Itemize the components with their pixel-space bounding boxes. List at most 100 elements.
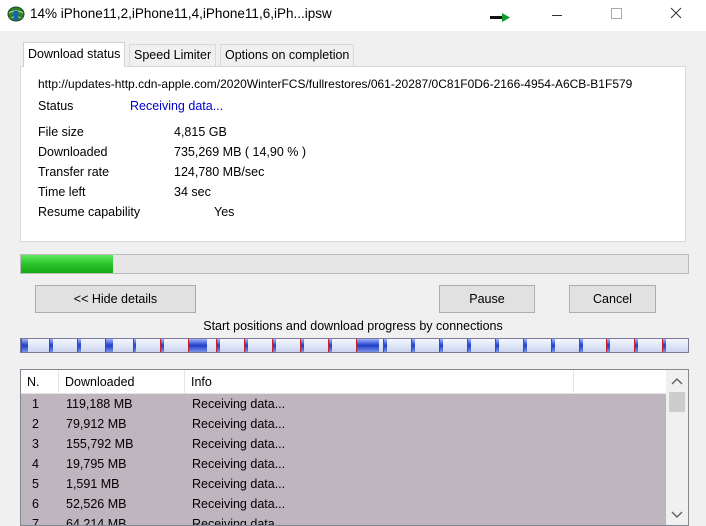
row-number: 7 — [32, 517, 39, 526]
connection-progress-chunk — [161, 339, 164, 352]
resume-capability-label: Resume capability — [38, 205, 141, 219]
connection-progress-chunk — [635, 339, 638, 352]
tab-options-on-completion[interactable]: Options on completion — [220, 44, 355, 66]
status-value: Receiving data... — [130, 99, 224, 113]
row-info: Receiving data... — [192, 397, 286, 411]
connection-start-marker — [523, 339, 524, 352]
hide-details-button[interactable]: << Hide details — [35, 285, 196, 313]
file-size-label: File size — [38, 125, 84, 139]
row-downloaded: 19,795 MB — [66, 457, 127, 471]
connection-progress-chunk — [440, 339, 443, 352]
row-info: Receiving data... — [192, 457, 286, 471]
title-bar[interactable]: 14% iPhone11,2,iPhone11,4,iPhone11,6,iPh… — [0, 0, 706, 31]
connection-progress-chunk — [412, 339, 415, 352]
tab-download-status[interactable]: Download status — [23, 42, 126, 67]
maximize-icon[interactable] — [593, 0, 639, 31]
list-header: N. Downloaded Info — [21, 370, 666, 394]
connection-progress-chunk — [106, 339, 113, 352]
connection-start-marker — [328, 339, 329, 352]
close-icon[interactable] — [653, 0, 699, 31]
connection-progress-chunk — [22, 339, 28, 352]
file-size-value: 4,815 GB — [174, 125, 227, 139]
connection-start-marker — [77, 339, 78, 352]
connection-start-marker — [160, 339, 161, 352]
row-info: Receiving data... — [192, 497, 286, 511]
status-label: Status — [38, 99, 74, 113]
connection-progress-chunk — [245, 339, 248, 352]
row-downloaded: 1,591 MB — [66, 477, 120, 491]
time-left-value: 34 sec — [174, 185, 211, 199]
scroll-thumb[interactable] — [669, 392, 685, 412]
connection-progress-chunk — [217, 339, 220, 352]
row-info: Receiving data... — [192, 417, 286, 431]
connection-start-marker — [634, 339, 635, 352]
connection-start-marker — [495, 339, 496, 352]
row-info: Receiving data... — [192, 477, 286, 491]
downloaded-value: 735,269 MB ( 14,90 % ) — [174, 145, 307, 159]
connection-start-marker — [244, 339, 245, 352]
resume-capability-value: Yes — [214, 205, 235, 219]
scroll-down-icon[interactable] — [671, 511, 683, 519]
connection-progress-chunk — [496, 339, 499, 352]
connection-progress-chunk — [607, 339, 610, 352]
list-item[interactable]: 5 1,591 MB Receiving data... — [21, 474, 666, 494]
row-number: 4 — [32, 457, 39, 471]
list-item[interactable]: 1 119,188 MB Receiving data... — [21, 394, 666, 414]
connection-progress-chunk — [357, 339, 379, 352]
column-header-downloaded[interactable]: Downloaded — [59, 370, 185, 394]
connection-start-marker — [272, 339, 273, 352]
row-number: 5 — [32, 477, 39, 491]
connection-start-marker — [579, 339, 580, 352]
list-item[interactable]: 4 19,795 MB Receiving data... — [21, 454, 666, 474]
connection-start-marker — [356, 339, 357, 352]
connection-start-marker — [133, 339, 134, 352]
idm-globe-icon — [7, 6, 25, 22]
row-number: 2 — [32, 417, 39, 431]
connections-list[interactable]: N. Downloaded Info 1 119,188 MB Receivin… — [20, 369, 689, 526]
minimize-icon[interactable] — [534, 0, 580, 31]
connection-start-marker — [439, 339, 440, 352]
cancel-button[interactable]: Cancel — [569, 285, 656, 313]
connection-start-marker — [21, 339, 22, 352]
connection-start-marker — [105, 339, 106, 352]
connection-start-marker — [383, 339, 384, 352]
download-url: http://updates-http.cdn-apple.com/2020Wi… — [38, 77, 633, 91]
download-arrow-icon — [490, 13, 510, 22]
row-number: 1 — [32, 397, 39, 411]
row-number: 6 — [32, 497, 39, 511]
tab-speed-limiter[interactable]: Speed Limiter — [129, 44, 217, 66]
download-progress-bar — [20, 254, 689, 274]
row-info: Receiving data... — [192, 437, 286, 451]
connection-progress-chunk — [524, 339, 527, 352]
connections-caption: Start positions and download progress by… — [203, 319, 503, 333]
connection-progress-chunk — [468, 339, 471, 352]
window-title: 14% iPhone11,2,iPhone11,4,iPhone11,6,iPh… — [30, 6, 332, 21]
list-item[interactable]: 2 79,912 MB Receiving data... — [21, 414, 666, 434]
column-header-number[interactable]: N. — [21, 370, 59, 394]
downloaded-label: Downloaded — [38, 145, 108, 159]
row-info: Receiving data... — [192, 517, 286, 526]
list-scrollbar[interactable] — [666, 370, 688, 525]
connection-progress-chunk — [663, 339, 666, 352]
connection-start-marker — [216, 339, 217, 352]
column-header-info[interactable]: Info — [185, 370, 574, 394]
connection-start-marker — [188, 339, 189, 352]
connection-progress-chunk — [580, 339, 583, 352]
list-item[interactable]: 3 155,792 MB Receiving data... — [21, 434, 666, 454]
connections-progress-bar — [20, 338, 689, 353]
connection-progress-chunk — [50, 339, 53, 352]
time-left-label: Time left — [38, 185, 86, 199]
list-item[interactable]: 7 64,214 MB Receiving data... — [21, 514, 666, 526]
pause-button[interactable]: Pause — [439, 285, 535, 313]
connection-progress-chunk — [78, 339, 81, 352]
connection-start-marker — [551, 339, 552, 352]
scroll-up-icon[interactable] — [671, 377, 683, 385]
download-status-panel: http://updates-http.cdn-apple.com/2020Wi… — [20, 66, 686, 242]
transfer-rate-value: 124,780 MB/sec — [174, 165, 265, 179]
connection-progress-chunk — [301, 339, 304, 352]
connection-start-marker — [467, 339, 468, 352]
list-item[interactable]: 6 52,526 MB Receiving data... — [21, 494, 666, 514]
connection-progress-chunk — [134, 339, 136, 352]
connection-progress-chunk — [552, 339, 555, 352]
transfer-rate-label: Transfer rate — [38, 165, 110, 179]
